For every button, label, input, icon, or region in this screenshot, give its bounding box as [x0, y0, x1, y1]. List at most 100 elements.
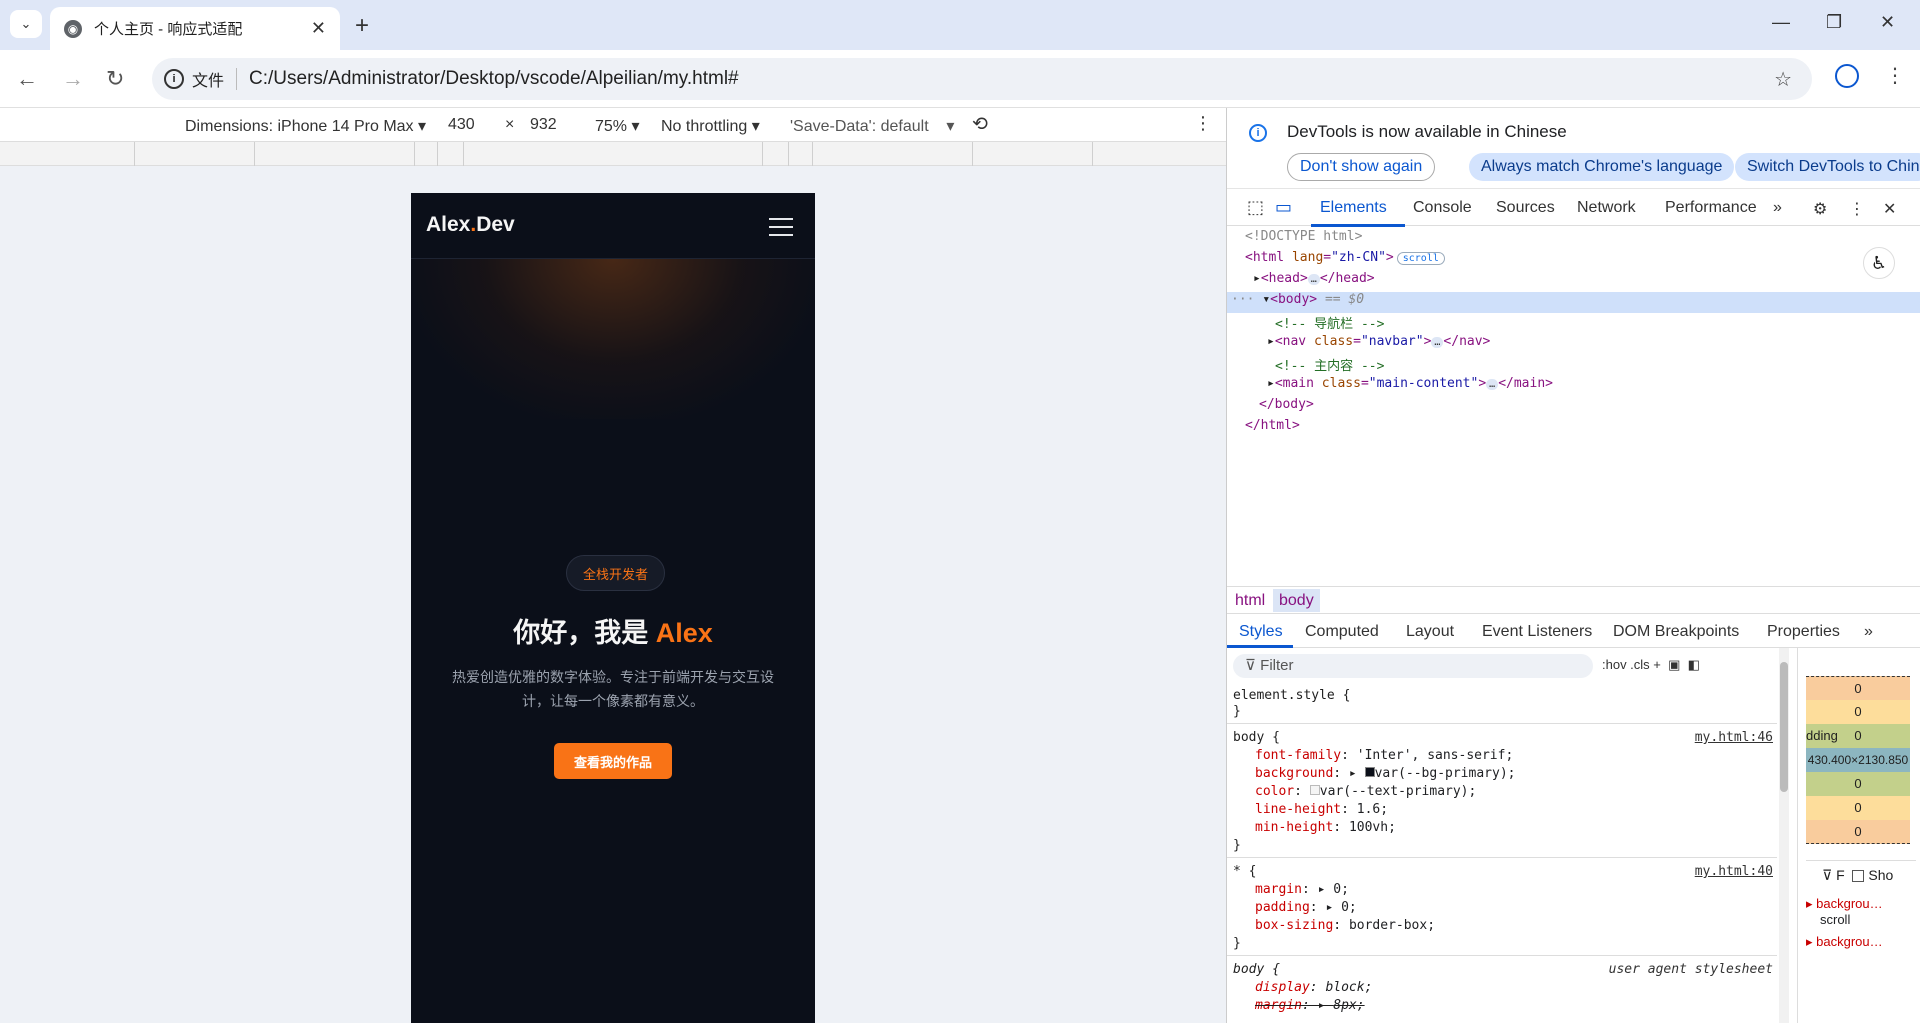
browser-menu-icon[interactable]: ⋮ [1885, 63, 1905, 88]
color-swatch[interactable] [1364, 767, 1375, 777]
sidebar-toggle-icon[interactable]: ◧ [1688, 657, 1700, 672]
dom-nav[interactable]: ▸<nav class="navbar">… </nav> [1227, 334, 1920, 355]
styles-toolbar[interactable]: :hov .cls + ▣ ◧ [1602, 657, 1700, 673]
nav-ellipsis[interactable]: … [1431, 337, 1444, 348]
url-text[interactable]: C:/Users/Administrator/Desktop/vscode/Al… [249, 68, 739, 90]
box-margin-top[interactable]: 0 [1806, 676, 1910, 700]
rotate-icon[interactable]: ⟲ [972, 113, 988, 136]
star-rule-selector[interactable]: * { [1233, 864, 1256, 879]
dom-html-close[interactable]: </html> [1227, 418, 1920, 439]
dom-comment-main[interactable]: <!-- 主内容 --> [1227, 355, 1920, 376]
devtools-menu-icon[interactable]: ⋮ [1849, 199, 1865, 219]
styles-scrollbar[interactable] [1779, 648, 1789, 1023]
decl-box-sizing[interactable]: box-sizing: border-box; [1255, 918, 1435, 933]
tab-properties[interactable]: Properties [1767, 623, 1840, 641]
scroll-badge[interactable]: scroll [1396, 252, 1445, 265]
computed-prop-background[interactable]: ▸ backgrou… [1806, 896, 1883, 912]
accessibility-icon[interactable]: ♿ [1863, 247, 1895, 279]
minimize-icon[interactable]: — [1772, 12, 1790, 33]
decl-margin[interactable]: margin: ▸ 0; [1255, 882, 1349, 897]
close-devtools-icon[interactable]: ✕ [1883, 199, 1896, 219]
ua-rule-selector[interactable]: body { [1233, 962, 1280, 977]
settings-gear-icon[interactable]: ⚙ [1813, 199, 1827, 219]
always-match-language-button[interactable]: Always match Chrome's language [1469, 153, 1735, 181]
tab-computed[interactable]: Computed [1305, 623, 1379, 641]
decl-display[interactable]: display: block; [1255, 980, 1372, 995]
media-query-ruler[interactable] [0, 141, 1226, 167]
computed-filter[interactable]: ⊽ F Sho [1822, 867, 1893, 884]
expand-arrow-icon[interactable]: ▸ [1253, 271, 1261, 286]
browser-tab[interactable]: ◉ 个人主页 - 响应式适配 ✕ [50, 7, 340, 50]
tab-elements[interactable]: Elements [1320, 199, 1387, 217]
breadcrumb-html[interactable]: html [1235, 592, 1265, 610]
width-input[interactable]: 430 [448, 116, 475, 134]
main-ellipsis[interactable]: … [1486, 379, 1499, 390]
collapse-arrow-icon[interactable]: ▾ [1262, 292, 1270, 307]
element-style-rule[interactable]: element.style { [1233, 688, 1350, 703]
dom-html[interactable]: <html lang="zh-CN"> scroll [1227, 250, 1920, 271]
restore-icon[interactable]: ❐ [1826, 12, 1842, 33]
color-swatch[interactable] [1309, 785, 1320, 795]
forward-icon[interactable]: → [62, 66, 84, 92]
body-rule-source-link[interactable]: my.html:46 [1695, 730, 1773, 745]
box-content-size[interactable]: 430.400×2130.850 [1806, 748, 1910, 772]
box-border-top[interactable]: 0 [1806, 700, 1910, 724]
tab-dom-breakpoints[interactable]: DOM Breakpoints [1613, 623, 1739, 641]
decl-min-height[interactable]: min-height: 100vh; [1255, 820, 1396, 835]
save-data-select[interactable]: 'Save-Data': default ▾ [790, 116, 954, 136]
more-tabs-icon[interactable]: » [1773, 199, 1782, 217]
omnibox[interactable]: i 文件 C:/Users/Administrator/Desktop/vsco… [152, 58, 1812, 100]
back-icon[interactable]: ← [16, 66, 38, 92]
tab-event-listeners[interactable]: Event Listeners [1482, 623, 1592, 641]
reload-icon[interactable]: ↻ [106, 66, 124, 92]
device-mode-icon[interactable]: ▭ [1275, 197, 1292, 218]
new-tab-button[interactable]: + [355, 12, 369, 40]
inspect-element-icon[interactable]: ⬚ [1247, 197, 1264, 218]
box-padding-top[interactable]: dding 0 [1806, 724, 1910, 748]
height-input[interactable]: 932 [530, 116, 557, 134]
dom-body-close[interactable]: </body> [1227, 397, 1920, 418]
profile-icon[interactable] [1835, 64, 1859, 88]
info-icon[interactable]: i [164, 69, 184, 89]
star-rule-source-link[interactable]: my.html:40 [1695, 864, 1773, 879]
more-subtabs-icon[interactable]: » [1864, 623, 1873, 641]
device-toolbar-menu-icon[interactable]: ⋮ [1194, 113, 1212, 134]
dom-main[interactable]: ▸<main class="main-content">… </main> [1227, 376, 1920, 397]
tab-layout[interactable]: Layout [1406, 623, 1454, 641]
expand-arrow-icon[interactable]: ▸ [1267, 376, 1275, 391]
view-work-button[interactable]: 查看我的作品 [554, 743, 672, 779]
bookmark-star-icon[interactable]: ☆ [1774, 67, 1792, 92]
decl-padding[interactable]: padding: ▸ 0; [1255, 900, 1357, 915]
head-ellipsis[interactable]: … [1307, 274, 1320, 285]
styles-filter-input[interactable]: ⊽ Filter [1233, 654, 1593, 678]
breadcrumb-body[interactable]: body [1273, 589, 1320, 612]
dom-body[interactable]: ··· ▾<body> == $0 [1227, 292, 1920, 313]
show-all-checkbox[interactable] [1852, 870, 1865, 883]
close-tab-icon[interactable]: ✕ [311, 18, 326, 39]
window-close-icon[interactable]: ✕ [1880, 12, 1895, 33]
computed-prop-background-2[interactable]: ▸ backgrou… [1806, 934, 1883, 950]
dom-head[interactable]: ▸<head>… </head> [1227, 271, 1920, 292]
hamburger-menu-icon[interactable] [769, 218, 793, 242]
decl-color[interactable]: color: var(--text-primary); [1255, 784, 1476, 799]
throttling-select[interactable]: No throttling ▾ [661, 116, 760, 136]
decl-background[interactable]: background: ▸ var(--bg-primary); [1255, 766, 1515, 781]
tab-console[interactable]: Console [1413, 199, 1472, 217]
zoom-select[interactable]: 75% ▾ [595, 116, 640, 136]
decl-margin-overridden[interactable]: margin: ▸ 8px; [1255, 998, 1365, 1013]
dom-comment-nav[interactable]: <!-- 导航栏 --> [1227, 313, 1920, 334]
box-margin-bottom[interactable]: 0 [1806, 820, 1910, 844]
box-padding-bottom[interactable]: 0 [1806, 772, 1910, 796]
tab-search-button[interactable]: ⌄ [10, 10, 42, 38]
decl-line-height[interactable]: line-height: 1.6; [1255, 802, 1388, 817]
dont-show-again-button[interactable]: Don't show again [1287, 153, 1436, 181]
device-select[interactable]: Dimensions: iPhone 14 Pro Max ▾ [185, 116, 426, 136]
tab-network[interactable]: Network [1577, 199, 1636, 217]
paint-icon[interactable]: ▣ [1668, 657, 1680, 672]
box-border-bottom[interactable]: 0 [1806, 796, 1910, 820]
decl-font-family[interactable]: font-family: 'Inter', sans-serif; [1255, 748, 1513, 763]
body-rule-selector[interactable]: body { [1233, 730, 1280, 745]
switch-devtools-language-button[interactable]: Switch DevTools to Chin [1735, 153, 1920, 181]
tab-performance[interactable]: Performance [1665, 199, 1757, 217]
tab-sources[interactable]: Sources [1496, 199, 1555, 217]
